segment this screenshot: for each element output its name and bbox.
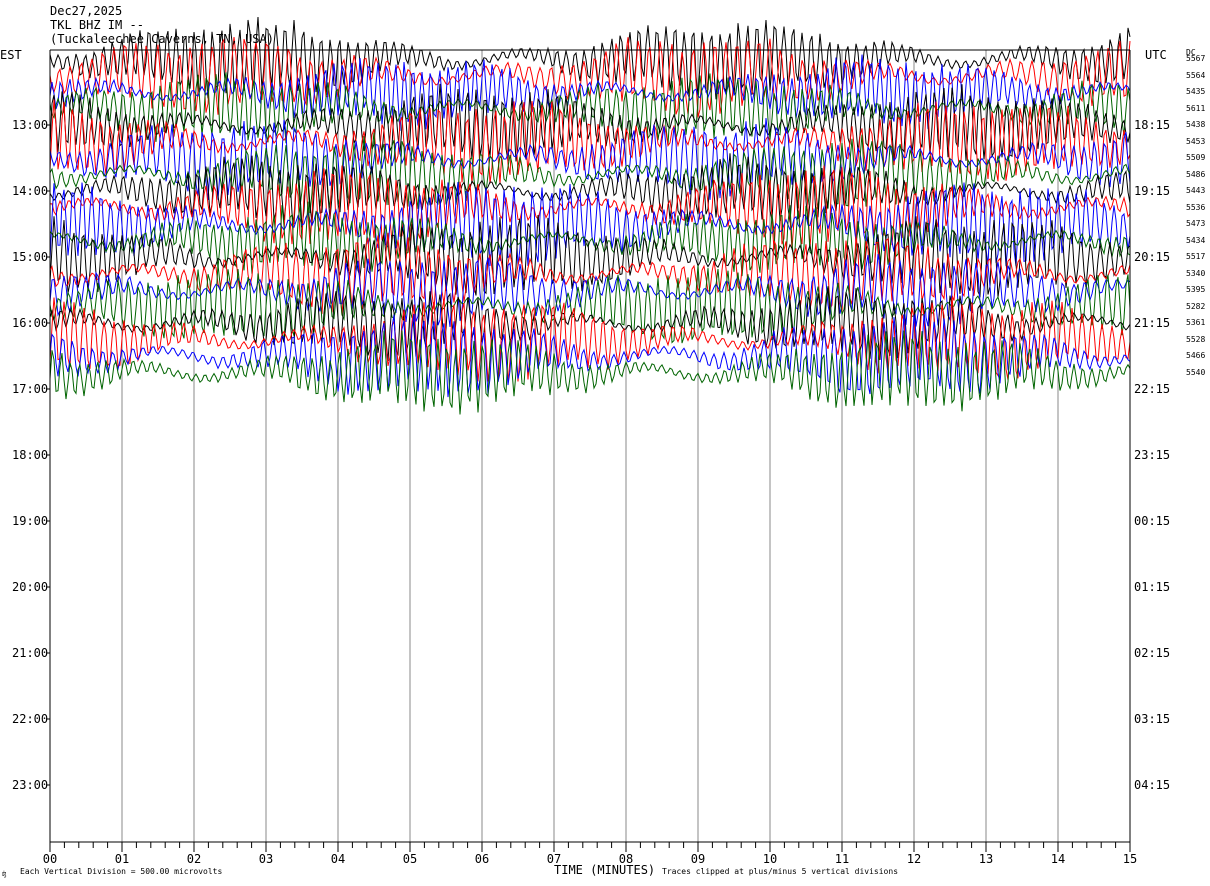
utc-hour-label: 18:15 xyxy=(1134,118,1171,132)
est-hour-label: 14:00 xyxy=(12,184,49,198)
dc-offset-value: 5395 xyxy=(1186,285,1206,294)
seismic-traces xyxy=(49,16,1131,415)
est-hour-label: 13:00 xyxy=(12,118,49,132)
record-date: Dec27,2025 xyxy=(50,4,123,18)
dc-offset-value: 5473 xyxy=(1186,219,1206,228)
utc-hour-label: 23:15 xyxy=(1134,448,1171,462)
x-tick-label: 02 xyxy=(186,852,202,866)
dc-offset-value: 5434 xyxy=(1186,235,1206,245)
est-hour-label: 18:00 xyxy=(12,448,49,462)
x-tick-label: 10 xyxy=(762,852,778,866)
x-tick-label: 03 xyxy=(258,852,274,866)
dc-offset-value: 5443 xyxy=(1186,186,1206,195)
est-hour-label: 19:00 xyxy=(12,514,49,528)
est-hour-label: 20:00 xyxy=(12,580,49,594)
dc-offset-value: 5340 xyxy=(1186,268,1206,278)
dc-offset-value: 5438 xyxy=(1186,120,1206,129)
x-tick-label: 09 xyxy=(690,852,706,866)
utc-hour-label: 19:15 xyxy=(1134,184,1171,198)
x-tick-label: 14 xyxy=(1050,852,1066,866)
dc-offset-value: 5486 xyxy=(1186,169,1206,179)
utc-hour-label: 21:15 xyxy=(1134,316,1171,330)
utc-hour-label: 02:15 xyxy=(1134,646,1171,660)
dc-offset-value: 5611 xyxy=(1186,103,1206,113)
dc-offset-value: 5567 xyxy=(1186,54,1206,63)
x-tick-label: 00 xyxy=(42,852,58,866)
scale-note: Each Vertical Division = 500.00 microvol… xyxy=(20,867,223,876)
x-tick-label: 06 xyxy=(474,852,490,866)
dc-offset-value: 5536 xyxy=(1186,202,1206,212)
x-tick-label: 12 xyxy=(906,852,922,866)
dc-offset-value: 5453 xyxy=(1186,136,1206,146)
dc-offset-value: 5435 xyxy=(1186,87,1206,96)
dc-offset-value: 5361 xyxy=(1186,318,1206,327)
utc-hour-label: 01:15 xyxy=(1134,580,1171,594)
x-tick-label: 11 xyxy=(834,852,850,866)
est-hour-label: 22:00 xyxy=(12,712,49,726)
station-site: (Tuckaleechee Caverns, TN, USA) xyxy=(50,32,274,46)
dc-offset-value: 5528 xyxy=(1186,334,1206,344)
station-channel: TKL BHZ IM -- xyxy=(50,18,144,32)
x-axis-title: TIME (MINUTES) xyxy=(554,863,656,877)
seismic-trace xyxy=(49,313,1131,398)
utc-hour-label: 00:15 xyxy=(1134,514,1171,528)
x-tick-label: 15 xyxy=(1122,852,1138,866)
x-tick-label: 13 xyxy=(978,852,994,866)
seismogram-plot xyxy=(46,16,1131,852)
est-hour-label: 23:00 xyxy=(12,778,49,792)
seismic-trace xyxy=(49,16,1131,100)
utc-hour-label: 22:15 xyxy=(1134,382,1171,396)
x-tick-label: 04 xyxy=(330,852,346,866)
dc-offset-value: 5517 xyxy=(1186,252,1206,261)
utc-hour-label: 04:15 xyxy=(1134,778,1171,792)
right-timezone-label: UTC xyxy=(1145,48,1167,62)
dc-offset-value: 5282 xyxy=(1186,301,1206,311)
est-hour-label: 21:00 xyxy=(12,646,49,660)
est-hour-label: 16:00 xyxy=(12,316,49,330)
dc-offset-value: 5564 xyxy=(1186,70,1206,80)
left-timezone-label: EST xyxy=(0,48,22,62)
utc-hour-label: 20:15 xyxy=(1134,250,1171,264)
x-tick-label: 05 xyxy=(402,852,418,866)
dc-offset-value: 5509 xyxy=(1186,153,1206,162)
clipping-note: Traces clipped at plus/minus 5 vertical … xyxy=(662,867,899,876)
x-tick-label: 01 xyxy=(114,852,130,866)
utc-hour-label: 03:15 xyxy=(1134,712,1171,726)
dc-offset-value: 5540 xyxy=(1186,367,1206,377)
est-hour-label: 15:00 xyxy=(12,250,49,264)
est-hour-label: 17:00 xyxy=(12,382,49,396)
dc-offset-value: 5466 xyxy=(1186,351,1206,360)
corner-mark: ʤ xyxy=(2,870,7,878)
